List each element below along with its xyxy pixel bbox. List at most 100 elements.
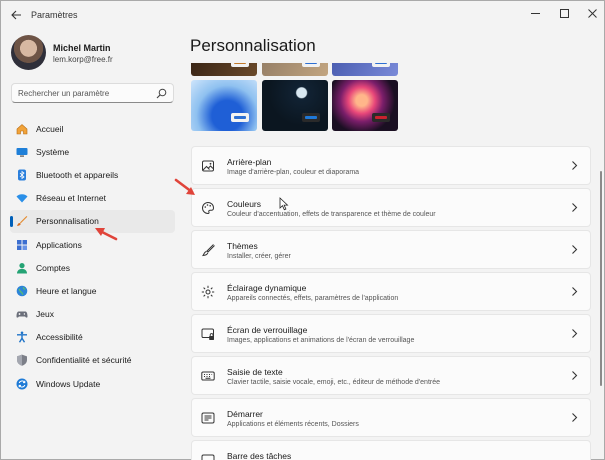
- theme-thumbnail[interactable]: [332, 63, 398, 76]
- accessibility-icon: [16, 331, 28, 343]
- card-subtitle: Appareils connectés, effets, paramètres …: [227, 295, 399, 302]
- avatar[interactable]: [11, 35, 46, 70]
- page-title: Personnalisation: [190, 36, 316, 55]
- profile-name: Michel Martin: [53, 43, 111, 53]
- sidebar-item-label: Windows Update: [36, 378, 101, 389]
- lighting-icon: [201, 285, 215, 299]
- sidebar-item-reseau[interactable]: Réseau et Internet: [10, 187, 175, 210]
- chevron-right-icon: [572, 161, 578, 170]
- card-subtitle: Installer, créer, gérer: [227, 253, 291, 260]
- maximize-button[interactable]: [551, 4, 577, 22]
- taskbar-icon: [201, 454, 215, 460]
- sidebar-item-label: Confidentialité et sécurité: [36, 355, 132, 366]
- card-subtitle: Images, applications et animations de l'…: [227, 337, 415, 344]
- card-eclairage-dynamique[interactable]: Éclairage dynamique Appareils connectés,…: [191, 272, 591, 311]
- close-button[interactable]: [579, 4, 605, 22]
- theme-thumbnail[interactable]: [332, 80, 398, 131]
- card-title: Couleurs: [227, 199, 262, 209]
- search-input[interactable]: [18, 87, 153, 100]
- chevron-right-icon: [572, 203, 578, 212]
- card-ecran-verrouillage[interactable]: Écran de verrouillage Images, applicatio…: [191, 314, 591, 353]
- search-box[interactable]: [11, 83, 174, 103]
- sidebar-item-systeme[interactable]: Système: [10, 140, 175, 163]
- card-title: Arrière-plan: [227, 157, 272, 167]
- brush-icon: [202, 244, 215, 257]
- chevron-right-icon: [572, 245, 578, 254]
- profile-email: lem.korp@free.fr: [53, 55, 113, 64]
- card-saisie-texte[interactable]: Saisie de texte Clavier tactile, saisie …: [191, 356, 591, 395]
- scrollbar[interactable]: [600, 171, 602, 386]
- card-demarrer[interactable]: Démarrer Applications et éléments récent…: [191, 398, 591, 437]
- network-icon: [16, 192, 28, 204]
- time-language-icon: [16, 285, 28, 297]
- theme-thumbnail[interactable]: [191, 63, 257, 76]
- chevron-right-icon: [572, 329, 578, 338]
- mouse-cursor-icon: [279, 197, 289, 211]
- sidebar-item-label: Personnalisation: [36, 216, 99, 227]
- sidebar-item-accueil[interactable]: Accueil: [10, 117, 175, 140]
- maximize-icon: [559, 8, 569, 18]
- card-themes[interactable]: Thèmes Installer, créer, gérer: [191, 230, 591, 269]
- card-title: Thèmes: [227, 241, 258, 251]
- close-icon: [587, 8, 597, 18]
- sidebar-item-label: Jeux: [36, 309, 54, 320]
- sidebar-item-label: Heure et langue: [36, 285, 97, 296]
- sidebar-item-accessibilite[interactable]: Accessibilité: [10, 326, 175, 349]
- theme-thumbnails: [191, 63, 401, 135]
- gaming-icon: [16, 308, 28, 320]
- theme-thumbnail[interactable]: [262, 63, 328, 76]
- annotation-arrow-icon: [95, 228, 118, 241]
- sidebar-item-windows-update[interactable]: Windows Update: [10, 372, 175, 395]
- card-subtitle: Applications et éléments récents, Dossie…: [227, 421, 359, 428]
- card-title: Saisie de texte: [227, 367, 283, 377]
- bluetooth-icon: [16, 169, 28, 181]
- keyboard-icon: [201, 371, 215, 381]
- minimize-button[interactable]: [522, 4, 548, 22]
- sidebar-item-heure-langue[interactable]: Heure et langue: [10, 279, 175, 302]
- sidebar-item-jeux[interactable]: Jeux: [10, 303, 175, 326]
- card-couleurs[interactable]: Couleurs Couleur d'accentuation, effets …: [191, 188, 591, 227]
- card-subtitle: Image d'arrière-plan, couleur et diapora…: [227, 169, 360, 176]
- apps-icon: [16, 239, 28, 251]
- card-title: Éclairage dynamique: [227, 283, 307, 293]
- back-arrow-icon: [10, 10, 21, 20]
- accounts-icon: [16, 262, 28, 274]
- sidebar-item-confidentialite[interactable]: Confidentialité et sécurité: [10, 349, 175, 372]
- card-title: Écran de verrouillage: [227, 325, 308, 335]
- sidebar-item-label: Applications: [36, 239, 82, 250]
- system-icon: [16, 146, 28, 158]
- chevron-right-icon: [572, 413, 578, 422]
- sidebar-item-label: Réseau et Internet: [36, 193, 106, 204]
- lock-screen-icon: [201, 328, 214, 340]
- card-barre-taches[interactable]: Barre des tâches: [191, 440, 591, 460]
- back-button[interactable]: [7, 6, 25, 24]
- search-icon[interactable]: [156, 88, 167, 99]
- shield-icon: [16, 354, 28, 367]
- chevron-right-icon: [572, 371, 578, 380]
- minimize-icon: [530, 12, 540, 14]
- sidebar-nav: Accueil Système Bluetooth et appareils R…: [10, 117, 175, 395]
- palette-icon: [202, 201, 215, 215]
- title-bar: Paramètres: [1, 1, 604, 31]
- sidebar-item-comptes[interactable]: Comptes: [10, 256, 175, 279]
- card-arriere-plan[interactable]: Arrière-plan Image d'arrière-plan, coule…: [191, 146, 591, 185]
- card-subtitle: Clavier tactile, saisie vocale, emoji, e…: [227, 379, 441, 386]
- sidebar-item-label: Bluetooth et appareils: [36, 169, 119, 180]
- home-icon: [16, 123, 28, 135]
- sidebar-item-bluetooth[interactable]: Bluetooth et appareils: [10, 163, 175, 186]
- sidebar-item-label: Comptes: [36, 262, 71, 273]
- card-title: Démarrer: [227, 409, 263, 419]
- app-title: Paramètres: [31, 10, 78, 20]
- chevron-right-icon: [572, 287, 578, 296]
- settings-window: Paramètres Michel Martin lem.korp@free.f…: [0, 0, 605, 460]
- sidebar-item-label: Accueil: [36, 123, 64, 134]
- theme-thumbnail[interactable]: [262, 80, 328, 131]
- theme-thumbnail[interactable]: [191, 80, 257, 131]
- picture-icon: [202, 160, 214, 172]
- start-icon: [201, 412, 215, 424]
- sidebar-item-label: Accessibilité: [36, 332, 83, 343]
- annotation-arrow-icon: [174, 178, 195, 195]
- settings-list: Arrière-plan Image d'arrière-plan, coule…: [191, 146, 591, 460]
- card-title: Barre des tâches: [227, 451, 292, 460]
- sidebar-item-label: Système: [36, 146, 70, 157]
